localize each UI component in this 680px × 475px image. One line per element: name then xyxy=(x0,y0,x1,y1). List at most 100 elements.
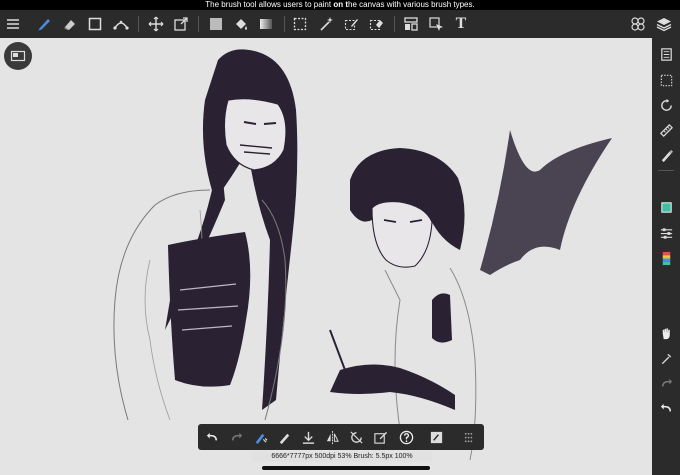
tooltip-text-part1: The brush tool allows users to paint xyxy=(205,0,334,9)
layers-icon xyxy=(656,18,672,32)
navigator-button[interactable] xyxy=(4,42,32,70)
menu-icon xyxy=(7,19,19,29)
status-readout: 6666*7777px 500dpi 53% Brush: 5.5px 100% xyxy=(252,452,432,462)
select-pen-button[interactable] xyxy=(341,14,361,34)
selection-button[interactable] xyxy=(656,70,676,90)
transform-icon xyxy=(174,17,188,31)
hand-tool-button[interactable] xyxy=(656,323,676,343)
rotate-icon xyxy=(660,98,672,111)
bar-reference-button[interactable] xyxy=(426,427,446,447)
drawing-canvas[interactable] xyxy=(0,38,652,475)
rotate-disabled-icon xyxy=(349,430,363,444)
marquee-select-icon xyxy=(293,17,307,31)
shape-tool-button[interactable] xyxy=(85,14,105,34)
select-cursor-icon xyxy=(429,17,443,31)
undo-icon xyxy=(206,432,217,440)
eraser-tool-button[interactable] xyxy=(60,14,80,34)
bar-edit-button[interactable] xyxy=(370,427,390,447)
move-tool-button[interactable] xyxy=(146,14,166,34)
undo-icon xyxy=(660,403,671,411)
bar-pen-button[interactable] xyxy=(274,427,294,447)
brush-pen-icon xyxy=(661,149,673,162)
select-eraser-button[interactable] xyxy=(366,14,386,34)
tooltip-bar: The brush tool allows users to paint on … xyxy=(0,0,680,10)
selection-eraser-icon xyxy=(369,19,383,31)
dotted-select-icon xyxy=(660,74,672,86)
color-palette-button[interactable] xyxy=(656,248,676,268)
rect-select-button[interactable] xyxy=(290,14,310,34)
magic-wand-button[interactable] xyxy=(316,14,336,34)
curve-tool-button[interactable] xyxy=(111,14,131,34)
undo-button[interactable] xyxy=(656,398,676,418)
layers-button[interactable] xyxy=(654,14,674,34)
select-transform-button[interactable] xyxy=(426,14,446,34)
toolbar-divider xyxy=(138,16,139,32)
stabilizer-icon xyxy=(255,433,267,444)
pen-icon xyxy=(279,433,289,444)
top-toolbar: T xyxy=(0,10,680,39)
tooltip-text-bold: on t xyxy=(333,0,348,9)
pages-icon xyxy=(660,47,672,61)
bar-more-button[interactable] xyxy=(458,427,478,447)
toolbar-divider xyxy=(284,16,285,32)
paint-bucket-icon xyxy=(236,19,247,30)
bar-import-button[interactable] xyxy=(298,427,318,447)
ruler-icon xyxy=(659,123,673,137)
reference-icon xyxy=(430,431,442,443)
materials-icon xyxy=(631,17,645,31)
selection-pen-icon xyxy=(344,19,358,31)
hand-icon xyxy=(662,327,670,339)
gradient-icon xyxy=(260,19,272,29)
rotate-canvas-button[interactable] xyxy=(656,95,676,115)
toolbar-divider xyxy=(658,170,674,171)
redo-button[interactable] xyxy=(656,373,676,393)
right-toolbar xyxy=(652,38,680,475)
text-tool-button[interactable]: T xyxy=(451,14,471,34)
text-tool-icon: T xyxy=(455,15,467,32)
color-swatch-icon xyxy=(210,18,222,30)
magic-wand-icon xyxy=(320,17,333,31)
brush-tool-button[interactable] xyxy=(34,14,54,34)
bar-flip-button[interactable] xyxy=(322,427,342,447)
bar-stabilizer-button[interactable] xyxy=(250,427,270,447)
artwork-illustration xyxy=(113,49,612,461)
gradient-tool-button[interactable] xyxy=(256,14,276,34)
brush-settings-button[interactable] xyxy=(656,223,676,243)
move-icon xyxy=(148,16,164,32)
panel-layout-button[interactable] xyxy=(401,14,421,34)
redo-icon xyxy=(661,378,672,386)
bar-redo-button[interactable] xyxy=(226,427,246,447)
curve-tool-icon xyxy=(113,20,129,30)
fill-tool-button[interactable] xyxy=(231,14,251,34)
toolbar-divider xyxy=(394,16,395,32)
panel-layout-icon xyxy=(404,17,418,31)
snap-brush-button[interactable] xyxy=(656,145,676,165)
tooltip-text-part2: he canvas with various brush types. xyxy=(348,0,475,9)
ruler-button[interactable] xyxy=(656,120,676,140)
home-indicator[interactable] xyxy=(262,466,430,470)
grid-dots-icon xyxy=(464,432,472,442)
primary-color-swatch xyxy=(660,201,672,213)
sliders-icon xyxy=(660,227,672,239)
flip-horizontal-icon xyxy=(326,430,339,444)
help-icon xyxy=(399,430,413,444)
fill-color-button[interactable] xyxy=(206,14,226,34)
materials-button[interactable] xyxy=(628,14,648,34)
page-manager-button[interactable] xyxy=(656,44,676,64)
eyedropper-icon xyxy=(661,353,671,364)
bar-undo-button[interactable] xyxy=(202,427,222,447)
download-icon xyxy=(302,431,314,444)
transform-tool-button[interactable] xyxy=(171,14,191,34)
palette-icon xyxy=(662,251,670,265)
bar-help-button[interactable] xyxy=(396,427,416,447)
brush-icon xyxy=(38,19,50,31)
bar-rotate-reset-button[interactable] xyxy=(346,427,366,447)
eraser-icon xyxy=(64,20,75,30)
menu-button[interactable] xyxy=(3,14,23,34)
square-shape-icon xyxy=(88,17,102,31)
eyedropper-button[interactable] xyxy=(656,348,676,368)
color-picker-button[interactable] xyxy=(656,197,676,217)
edit-box-icon xyxy=(373,431,387,444)
navigator-icon xyxy=(10,50,26,62)
toolbar-divider xyxy=(198,16,199,32)
